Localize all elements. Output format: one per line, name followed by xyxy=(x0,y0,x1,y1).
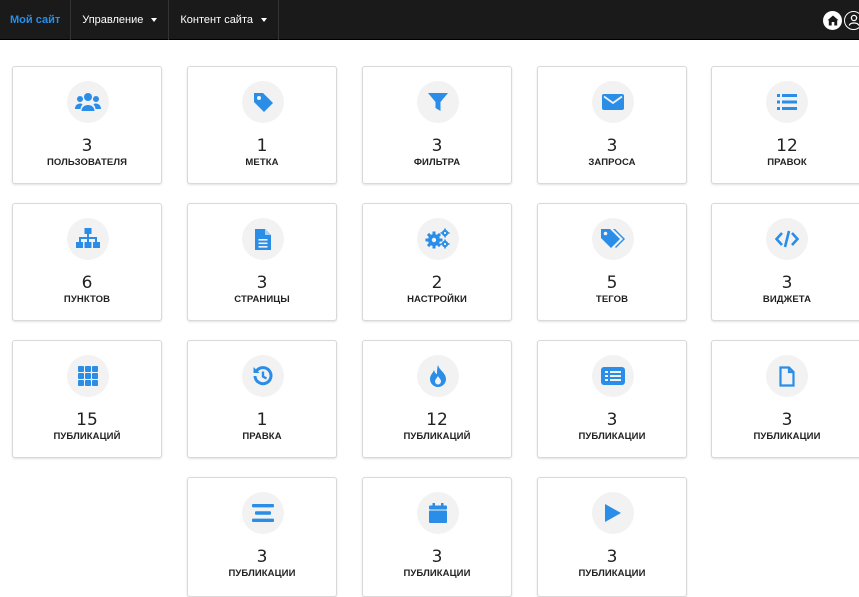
calendar-icon xyxy=(417,492,459,534)
tile-revision[interactable]: 1 ПРАВКА xyxy=(187,340,337,458)
tile-edits[interactable]: 12 ПРАВОК xyxy=(711,66,859,184)
tile-count: 2 xyxy=(431,273,443,293)
tile-label: НАСТРОЙКИ xyxy=(407,294,467,305)
tile-label: ПРАВКА xyxy=(242,431,282,442)
tile-count: 3 xyxy=(256,547,268,567)
tile-requests[interactable]: 3 ЗАПРОСА xyxy=(537,66,687,184)
tile-settings[interactable]: 2 НАСТРОЙКИ xyxy=(362,203,512,321)
code-icon xyxy=(766,218,808,260)
tile-label: ПУБЛИКАЦИИ xyxy=(578,568,646,579)
tile-label: СТРАНИЦЫ xyxy=(234,294,290,305)
tile-label: ПУБЛИКАЦИЙ xyxy=(403,431,471,442)
tile-count: 12 xyxy=(776,136,798,156)
users-icon xyxy=(67,81,109,123)
tile-count: 3 xyxy=(606,547,618,567)
tile-count: 1 xyxy=(256,136,268,156)
tile-items[interactable]: 6 ПУНКТОВ xyxy=(12,203,162,321)
caret-down-icon xyxy=(151,18,158,23)
play-icon xyxy=(592,492,634,534)
tile-label: ЗАПРОСА xyxy=(588,157,636,168)
caret-down-icon xyxy=(261,18,267,23)
history-icon xyxy=(242,355,284,397)
tile-label: ПОЛЬЗОВАТЕЛЯ xyxy=(46,157,128,168)
tile-label: ПУБЛИКАЦИИ xyxy=(403,568,471,579)
tile-count: 15 xyxy=(76,410,98,430)
tile-count: 3 xyxy=(256,273,268,293)
navbar-menu: Мой сайт Управление Контент сайта xyxy=(0,0,279,40)
envelope-icon xyxy=(592,81,634,123)
tile-filters[interactable]: 3 ФИЛЬТРА xyxy=(362,66,512,184)
tile-label: ПУБЛИКАЦИИ xyxy=(578,431,646,442)
tile-tag[interactable]: 1 МЕТКА xyxy=(187,66,337,184)
tile-count: 3 xyxy=(431,136,443,156)
tags-icon xyxy=(592,218,634,260)
grid-icon xyxy=(67,355,109,397)
card-list-icon xyxy=(592,355,634,397)
tile-users[interactable]: 3 ПОЛЬЗОВАТЕЛЯ xyxy=(12,66,162,184)
tile-label: МЕТКА xyxy=(245,157,279,168)
manage-menu-label: Управление xyxy=(82,14,144,26)
tile-label: ПУБЛИКАЦИИ xyxy=(228,568,296,579)
tile-label: ПУБЛИКАЦИИ xyxy=(753,431,821,442)
tile-publications-align[interactable]: 3 ПУБЛИКАЦИИ xyxy=(187,477,337,597)
file-outline-icon xyxy=(766,355,808,397)
user-icon[interactable] xyxy=(844,10,859,30)
tile-count: 3 xyxy=(781,273,793,293)
tile-publications-cards[interactable]: 3 ПУБЛИКАЦИИ xyxy=(537,340,687,458)
tile-label: ФИЛЬТРА xyxy=(413,157,461,168)
tile-count: 3 xyxy=(81,136,93,156)
tile-publications-calendar[interactable]: 3 ПУБЛИКАЦИИ xyxy=(362,477,512,597)
tile-count: 3 xyxy=(606,136,618,156)
top-navbar: Мой сайт Управление Контент сайта xyxy=(0,0,859,40)
file-icon xyxy=(242,218,284,260)
tile-publications-grid[interactable]: 15 ПУБЛИКАЦИЙ xyxy=(12,340,162,458)
content-menu[interactable]: Контент сайта xyxy=(169,0,279,40)
tile-widgets[interactable]: 3 ВИДЖЕТА xyxy=(711,203,859,321)
manage-menu[interactable]: Управление xyxy=(71,0,170,40)
tile-publications-file[interactable]: 3 ПУБЛИКАЦИИ xyxy=(711,340,859,458)
fire-icon xyxy=(417,355,459,397)
list-icon xyxy=(766,81,808,123)
tile-label: ТЕГОВ xyxy=(595,294,629,305)
align-icon xyxy=(242,492,284,534)
home-icon[interactable] xyxy=(823,10,842,30)
tile-label: ПУНКТОВ xyxy=(63,294,111,305)
tile-publications-fire[interactable]: 12 ПУБЛИКАЦИЙ xyxy=(362,340,512,458)
tile-count: 3 xyxy=(606,410,618,430)
tile-count: 12 xyxy=(426,410,448,430)
filter-icon xyxy=(417,81,459,123)
tile-publications-video[interactable]: 3 ПУБЛИКАЦИИ xyxy=(537,477,687,597)
tile-label: ВИДЖЕТА xyxy=(762,294,812,305)
tile-pages[interactable]: 3 СТРАНИЦЫ xyxy=(187,203,337,321)
tile-count: 3 xyxy=(781,410,793,430)
tile-label: ПУБЛИКАЦИЙ xyxy=(53,431,121,442)
sitemap-icon xyxy=(67,218,109,260)
content-menu-label: Контент сайта xyxy=(180,14,253,26)
site-brand-link[interactable]: Мой сайт xyxy=(0,0,72,40)
cogs-icon xyxy=(417,218,459,260)
tile-tags[interactable]: 5 ТЕГОВ xyxy=(537,203,687,321)
tile-label: ПРАВОК xyxy=(767,157,807,168)
tile-count: 5 xyxy=(606,273,618,293)
navbar-right xyxy=(823,0,859,40)
tag-icon xyxy=(242,81,284,123)
tile-count: 6 xyxy=(81,273,93,293)
tile-count: 3 xyxy=(431,547,443,567)
tile-count: 1 xyxy=(256,410,268,430)
